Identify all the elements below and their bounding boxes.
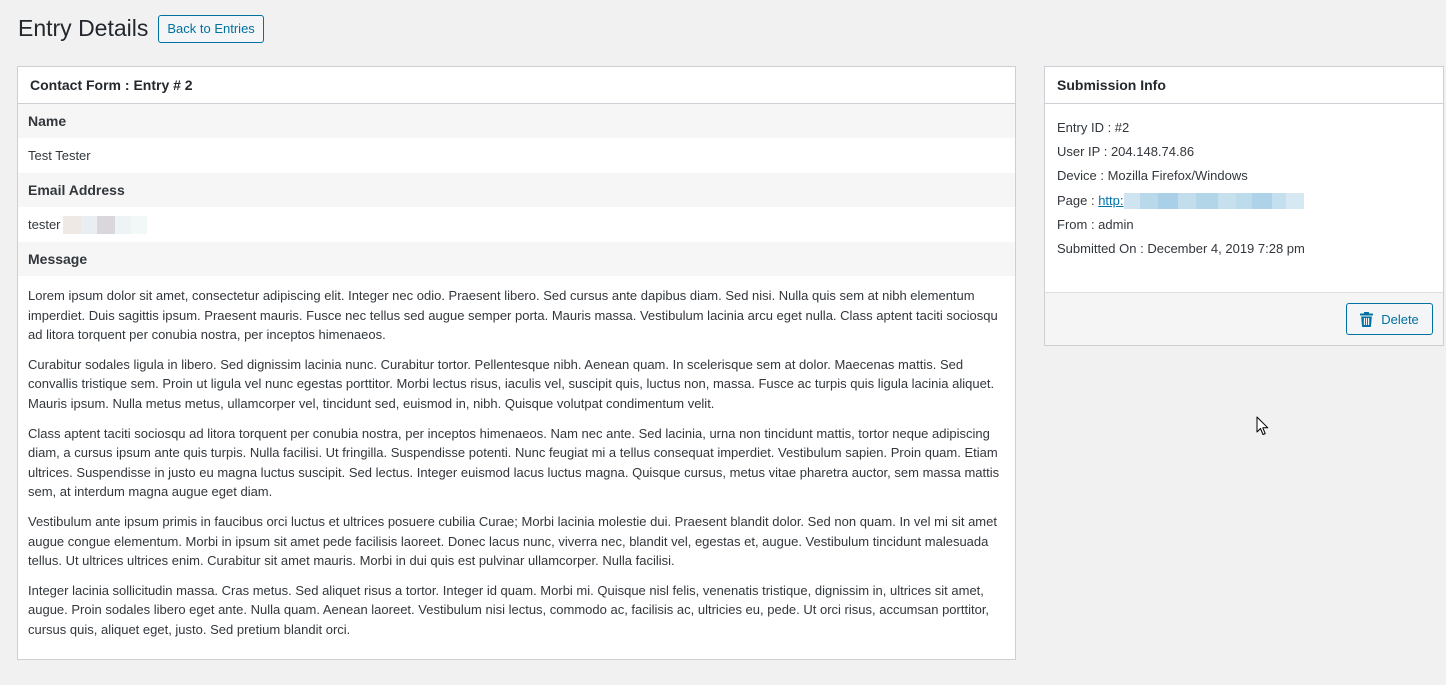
- submission-info-title: Submission Info: [1045, 67, 1443, 104]
- field-label-email: Email Address: [18, 173, 1015, 207]
- message-paragraph: Lorem ipsum dolor sit amet, consectetur …: [28, 288, 998, 343]
- field-label-name: Name: [18, 104, 1015, 138]
- from: From : admin: [1057, 216, 1134, 232]
- delete-button[interactable]: Delete: [1346, 303, 1433, 335]
- field-value-name: Test Tester: [18, 138, 1015, 173]
- submission-info-list: Entry ID : #2 User IP : 204.148.74.86 De…: [1045, 104, 1443, 261]
- message-paragraph: Curabitur sodales ligula in libero. Sed …: [28, 356, 995, 411]
- page-label: Page :: [1057, 192, 1099, 208]
- entry-id: Entry ID : #2: [1057, 120, 1130, 135]
- message-body: Lorem ipsum dolor sit amet, consectetur …: [18, 276, 1015, 640]
- entry-details-card: Contact Form : Entry # 2 Name Test Teste…: [17, 66, 1016, 660]
- redacted-email-blur: [62, 215, 147, 234]
- submission-info-card: Submission Info Entry ID : #2 User IP : …: [1044, 66, 1444, 346]
- back-to-entries-button[interactable]: Back to Entries: [158, 14, 264, 43]
- page-row: Page : http:: [1057, 189, 1431, 213]
- user-ip: User IP : 204.148.74.86: [1057, 144, 1195, 160]
- message-paragraph: Vestibulum ante ipsum primis in faucibus…: [28, 513, 997, 569]
- delete-label: Delete: [1381, 311, 1419, 327]
- page-header: Entry Details Back to Entries: [18, 14, 264, 43]
- trash-icon: [1360, 311, 1374, 327]
- field-label-message: Message: [18, 242, 1015, 276]
- page-title: Entry Details: [18, 15, 149, 41]
- entry-card-title: Contact Form : Entry # 2: [18, 67, 1015, 104]
- message-paragraph: Integer lacinia sollicitudin massa. Cras…: [28, 582, 990, 637]
- message-paragraph: Class aptent taciti sociosqu ad litora t…: [28, 425, 1000, 500]
- device: Device : Mozilla Firefox/Windows: [1057, 168, 1248, 184]
- name-value: Test Tester: [28, 148, 91, 163]
- redacted-url-blur: [1123, 192, 1304, 209]
- page-link[interactable]: http:: [1098, 189, 1123, 213]
- email-value: tester: [28, 217, 61, 232]
- mouse-pointer-icon: [1256, 416, 1270, 441]
- field-value-email: tester: [18, 207, 1015, 242]
- submission-info-footer: Delete: [1045, 292, 1443, 345]
- submitted-on: Submitted On : December 4, 2019 7:28 pm: [1057, 241, 1305, 257]
